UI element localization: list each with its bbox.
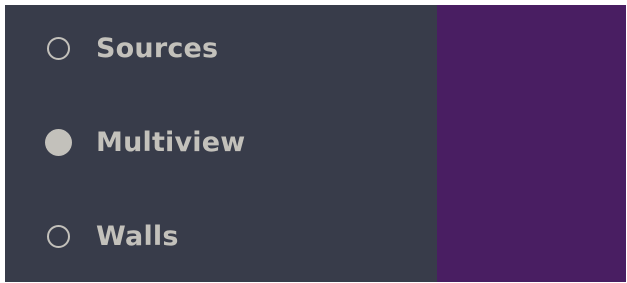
app-window: Sources Multiview Walls <box>5 5 626 282</box>
view-mode-menu: Sources Multiview Walls <box>5 5 437 282</box>
menu-item-label: Multiview <box>96 126 246 158</box>
menu-item-multiview[interactable]: Multiview <box>45 122 246 162</box>
radio-unchecked-icon[interactable] <box>47 36 70 60</box>
preview-panel <box>437 5 626 282</box>
menu-item-label: Sources <box>96 32 219 64</box>
menu-item-label: Walls <box>96 220 179 252</box>
radio-checked-icon[interactable] <box>45 128 72 156</box>
menu-item-walls[interactable]: Walls <box>47 216 179 256</box>
menu-item-sources[interactable]: Sources <box>47 28 218 68</box>
radio-unchecked-icon[interactable] <box>47 224 70 248</box>
